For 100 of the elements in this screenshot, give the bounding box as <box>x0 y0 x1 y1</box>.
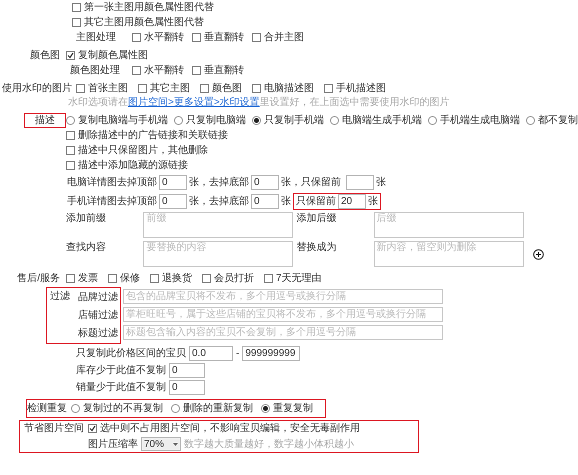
checkbox-option[interactable]: 7天无理由 <box>264 272 322 285</box>
checkbox-option[interactable]: 会员打折 <box>202 272 254 285</box>
number-field[interactable]: 0 <box>159 175 187 190</box>
checkbox-option[interactable]: 手机描述图 <box>324 82 386 95</box>
radio-option[interactable]: 复制过的不再复制 <box>71 402 163 415</box>
radio-button[interactable] <box>526 116 535 125</box>
radio-button[interactable] <box>261 404 270 413</box>
checkbox[interactable] <box>72 18 81 27</box>
unit-label: 张，只保留前 <box>281 176 341 189</box>
checkbox[interactable] <box>66 131 75 140</box>
row-label: 只复制此价格区间的宝贝 <box>76 347 186 360</box>
checkbox[interactable] <box>76 84 85 93</box>
number-field[interactable]: 0.0 <box>189 346 233 361</box>
checkbox[interactable] <box>150 274 159 283</box>
text-area[interactable]: 前缀 <box>143 212 294 238</box>
section-label: 节省图片空间 <box>24 423 84 434</box>
row-label: 图片压缩率 <box>88 438 138 450</box>
radio-option[interactable]: 手机端生成电脑端 <box>428 114 520 127</box>
radio-button[interactable] <box>171 404 180 413</box>
number-field[interactable]: 0 <box>169 363 205 378</box>
filter-field[interactable]: 标题包含输入内容的宝贝不会复制，多个用逗号分隔 <box>123 325 443 340</box>
number-field[interactable]: 0 <box>251 175 279 190</box>
checkbox[interactable] <box>200 84 209 93</box>
checkbox-option[interactable]: 首张主图 <box>76 82 128 95</box>
checkmark-icon <box>89 425 96 432</box>
checkbox-option[interactable]: 退换货 <box>150 272 192 285</box>
unit-label: 张 <box>281 195 291 208</box>
section-label: 售后/服务 <box>17 273 60 284</box>
compression-select[interactable]: 70% <box>141 437 181 451</box>
filter-field[interactable]: 掌柜旺旺号，属于这些店铺的宝贝将不发布，多个用逗号或换行分隔 <box>123 307 443 322</box>
checkbox-option[interactable]: 合并主图 <box>252 31 304 44</box>
radio-button[interactable] <box>330 116 339 125</box>
add-icon[interactable] <box>532 249 544 260</box>
checkmark-icon <box>67 52 74 59</box>
radio-option[interactable]: 删除的重新复制 <box>171 402 253 415</box>
field-label: 添加前缀 <box>66 212 107 225</box>
checkbox[interactable] <box>88 424 97 433</box>
field-label: 标题过滤 <box>78 326 118 341</box>
radio-button[interactable] <box>252 116 261 125</box>
checkbox[interactable] <box>192 66 201 75</box>
checkbox-option[interactable]: 电脑描述图 <box>252 82 314 95</box>
checkbox[interactable] <box>192 33 201 42</box>
row-label: 主图处理 <box>76 31 116 44</box>
compression-hint: 数字越大质量越好，数字越小体积越小 <box>184 438 354 450</box>
checkbox[interactable] <box>264 274 273 283</box>
number-field[interactable]: 0 <box>251 194 279 209</box>
checkbox[interactable] <box>252 33 261 42</box>
checkbox-option[interactable]: 其它主图 <box>138 82 190 95</box>
unit-label: 张 <box>368 195 378 208</box>
checkbox-option[interactable]: 水平翻转 <box>132 64 184 77</box>
checkbox-option[interactable]: 水平翻转 <box>132 31 184 44</box>
checkbox-option[interactable]: 第一张主图用颜色属性图代替 <box>72 1 578 14</box>
checkbox-option[interactable]: 其它主图用颜色属性图代替 <box>72 16 578 29</box>
radio-button[interactable] <box>174 116 183 125</box>
watermark-settings-link[interactable]: 图片空间>更多设置>水印设置 <box>128 97 260 108</box>
checkbox[interactable] <box>132 66 141 75</box>
checkbox-option[interactable]: 颜色图 <box>200 82 242 95</box>
checkbox[interactable] <box>324 84 333 93</box>
radio-option[interactable]: 都不复制 <box>526 114 578 127</box>
checkbox[interactable] <box>252 84 261 93</box>
checkbox[interactable] <box>66 51 75 60</box>
radio-option[interactable]: 只复制电脑端 <box>174 114 246 127</box>
radio-option[interactable]: 电脑端生成手机端 <box>330 114 422 127</box>
filter-field[interactable]: 包含的品牌宝贝将不发布，多个用逗号或换行分隔 <box>123 289 443 304</box>
checkbox-option[interactable]: 保修 <box>108 272 140 285</box>
radio-button[interactable] <box>66 116 75 125</box>
radio-button[interactable] <box>428 116 437 125</box>
checkbox-option[interactable]: 描述中只保留图片，其他删除 <box>66 144 578 157</box>
checkbox[interactable] <box>202 274 211 283</box>
checkbox-option[interactable]: 选中则不占用图片空间，不影响宝贝编辑，安全无毒副作用 <box>88 422 360 435</box>
section-label: 过滤 <box>50 290 70 304</box>
checkbox-option[interactable]: 垂直翻转 <box>192 64 244 77</box>
row-label: 销量少于此值不复制 <box>76 381 166 394</box>
checkbox-option[interactable]: 删除描述中的广告链接和关联链接 <box>66 129 578 142</box>
checkbox[interactable] <box>138 84 147 93</box>
checkbox[interactable] <box>66 146 75 155</box>
radio-button[interactable] <box>71 404 80 413</box>
radio-option[interactable]: 重复复制 <box>261 402 313 415</box>
watermark-hint: 水印选项请在图片空间>更多设置>水印设置里设置好，在上面选中需要使用水印的图片 <box>68 96 450 109</box>
checkbox-option[interactable]: 描述中添加隐藏的源链接 <box>66 159 578 172</box>
field-label: 添加后缀 <box>296 212 338 225</box>
checkbox[interactable] <box>108 274 117 283</box>
checkbox[interactable] <box>66 161 75 170</box>
number-field[interactable]: 999999999 <box>242 346 300 361</box>
radio-option[interactable]: 复制电脑端与手机端 <box>66 114 168 127</box>
unit-label: 只保留前 <box>296 195 336 208</box>
checkbox-option[interactable]: 复制颜色属性图 <box>66 49 244 62</box>
radio-option[interactable]: 只复制手机端 <box>252 114 324 127</box>
checkbox-option[interactable]: 垂直翻转 <box>192 31 244 44</box>
checkbox[interactable] <box>72 3 81 12</box>
checkbox[interactable] <box>132 33 141 42</box>
number-field[interactable]: 20 <box>338 194 366 209</box>
text-area[interactable]: 后缀 <box>374 212 524 238</box>
checkbox[interactable] <box>66 274 75 283</box>
field-label: 店铺过滤 <box>78 308 118 323</box>
range-separator: - <box>236 347 240 360</box>
number-field[interactable]: 0 <box>169 380 205 395</box>
number-field[interactable]: 0 <box>159 194 187 209</box>
number-field[interactable] <box>346 175 374 190</box>
checkbox-option[interactable]: 发票 <box>66 272 98 285</box>
